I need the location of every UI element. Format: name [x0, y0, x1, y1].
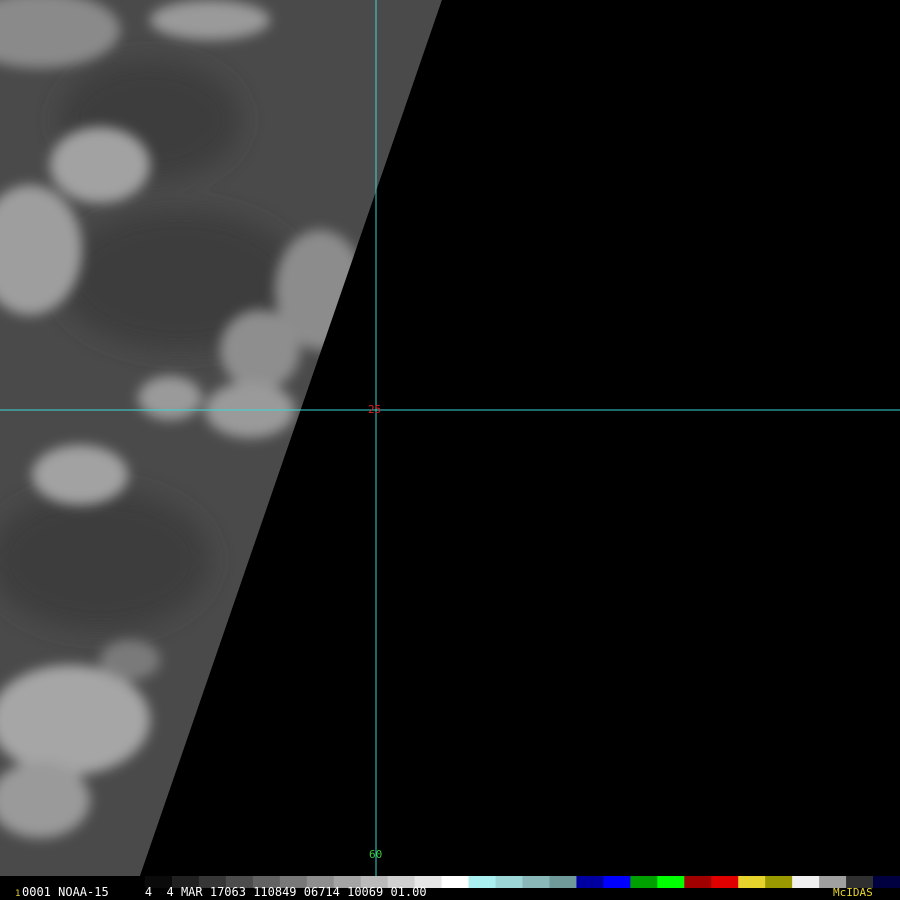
frame-index: 1 — [15, 889, 21, 899]
color-table-swatch — [522, 876, 550, 888]
color-table-swatch — [549, 876, 577, 888]
color-table-swatch — [738, 876, 766, 888]
color-table-swatch — [765, 876, 793, 888]
color-table-swatch — [792, 876, 820, 888]
color-table-swatch — [441, 876, 470, 888]
satellite-image — [0, 0, 900, 900]
color-table-swatch — [873, 876, 900, 888]
color-table-swatch — [495, 876, 523, 888]
color-table-swatch — [657, 876, 685, 888]
color-table-swatch — [603, 876, 631, 888]
color-table-swatch — [711, 876, 739, 888]
color-table-swatch — [630, 876, 658, 888]
mcidas-brand: McIDAS — [833, 886, 873, 899]
image-info: 0001 NOAA-15 4 4 MAR 17063 110849 06714 … — [22, 885, 427, 899]
longitude-label: 60 — [369, 848, 383, 861]
color-table-swatch — [576, 876, 604, 888]
latitude-label: 25 — [368, 403, 382, 416]
color-table-swatch — [468, 876, 497, 888]
color-table-swatch — [684, 876, 712, 888]
